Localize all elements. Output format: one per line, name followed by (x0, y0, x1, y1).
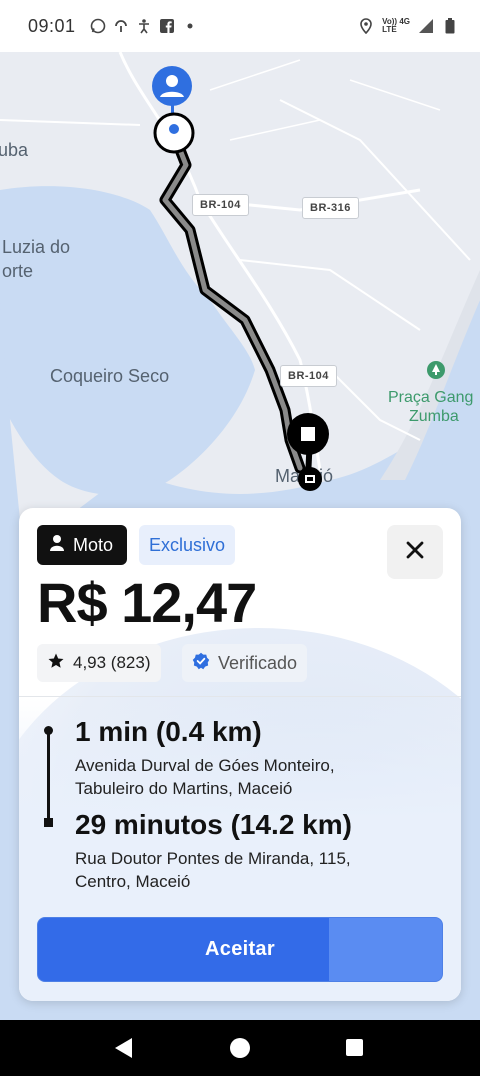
pickup-address-line1: Avenida Durval de Góes Monteiro, (75, 756, 335, 775)
status-time: 09:01 (28, 15, 76, 36)
notification-icons (90, 18, 198, 34)
map-label-luzia-2: orte (2, 261, 34, 281)
route-connector (47, 730, 50, 824)
dropoff-square-icon (44, 818, 53, 827)
hook-icon (113, 18, 129, 34)
dropoff-address: Rua Doutor Pontes de Miranda, 115, Centr… (75, 847, 435, 893)
ride-offer-card: Moto Exclusivo R$ 12,47 4,93 (823) Verif… (19, 508, 461, 1001)
map-label-coqueiro: Coqueiro Seco (50, 366, 170, 386)
star-icon (47, 652, 65, 675)
recent-apps-icon[interactable] (346, 1039, 363, 1056)
exclusive-badge: Exclusivo (139, 525, 236, 565)
home-icon[interactable] (230, 1038, 250, 1058)
dropoff-address-line2: Centro, Maceió (75, 872, 191, 891)
network-type: Vo)) 4G LTE (382, 18, 410, 34)
network-bottom-label: LTE (382, 25, 397, 34)
battery-icon (442, 18, 458, 34)
divider (19, 696, 461, 697)
verified-label: Verificado (218, 652, 298, 673)
back-icon[interactable] (114, 1037, 134, 1064)
close-button[interactable] (387, 525, 443, 579)
road-badge-br104-top: BR-104 (192, 194, 249, 216)
accept-label: Aceitar (205, 938, 275, 960)
fare-price: R$ 12,47 (37, 571, 257, 634)
map-label-uba: uba (0, 140, 29, 160)
map-label-praca-2: Zumba (409, 408, 459, 425)
person-icon (49, 534, 65, 557)
facebook-icon (159, 18, 175, 34)
road-badge-br104-bottom: BR-104 (280, 365, 337, 387)
location-icon (358, 18, 374, 34)
dropoff-eta: 29 minutos (14.2 km) (75, 809, 352, 840)
system-status: Vo)) 4G LTE (358, 18, 458, 34)
dropoff-address-line1: Rua Doutor Pontes de Miranda, 115, (75, 849, 351, 868)
accept-button[interactable]: Aceitar (37, 917, 443, 982)
rating-value: 4,93 (823) (73, 653, 151, 672)
accessibility-icon (136, 18, 152, 34)
signal-icon (418, 18, 434, 34)
vehicle-chip: Moto (37, 525, 128, 565)
close-icon (405, 540, 425, 565)
pickup-eta: 1 min (0.4 km) (75, 716, 262, 747)
dot-icon (182, 18, 198, 34)
vehicle-label: Moto (73, 534, 114, 555)
pickup-address-line2: Tabuleiro do Martins, Maceió (75, 779, 293, 798)
road-badge-br316: BR-316 (302, 197, 359, 219)
whatsapp-icon (90, 18, 106, 34)
map-label-luzia-1: Luzia do (2, 237, 71, 257)
map-label-praca-1: Praça Gang (388, 389, 474, 406)
verified-check-icon (192, 652, 210, 675)
rating-badge: 4,93 (823) (37, 644, 161, 682)
verified-badge: Verificado (182, 644, 308, 682)
pickup-address: Avenida Durval de Góes Monteiro, Tabulei… (75, 754, 435, 800)
system-nav-bar (0, 1020, 480, 1076)
map-label-praca: Praça Gang Zumba (388, 388, 473, 426)
status-bar: 09:01 Vo)) 4G LTE (0, 0, 480, 52)
